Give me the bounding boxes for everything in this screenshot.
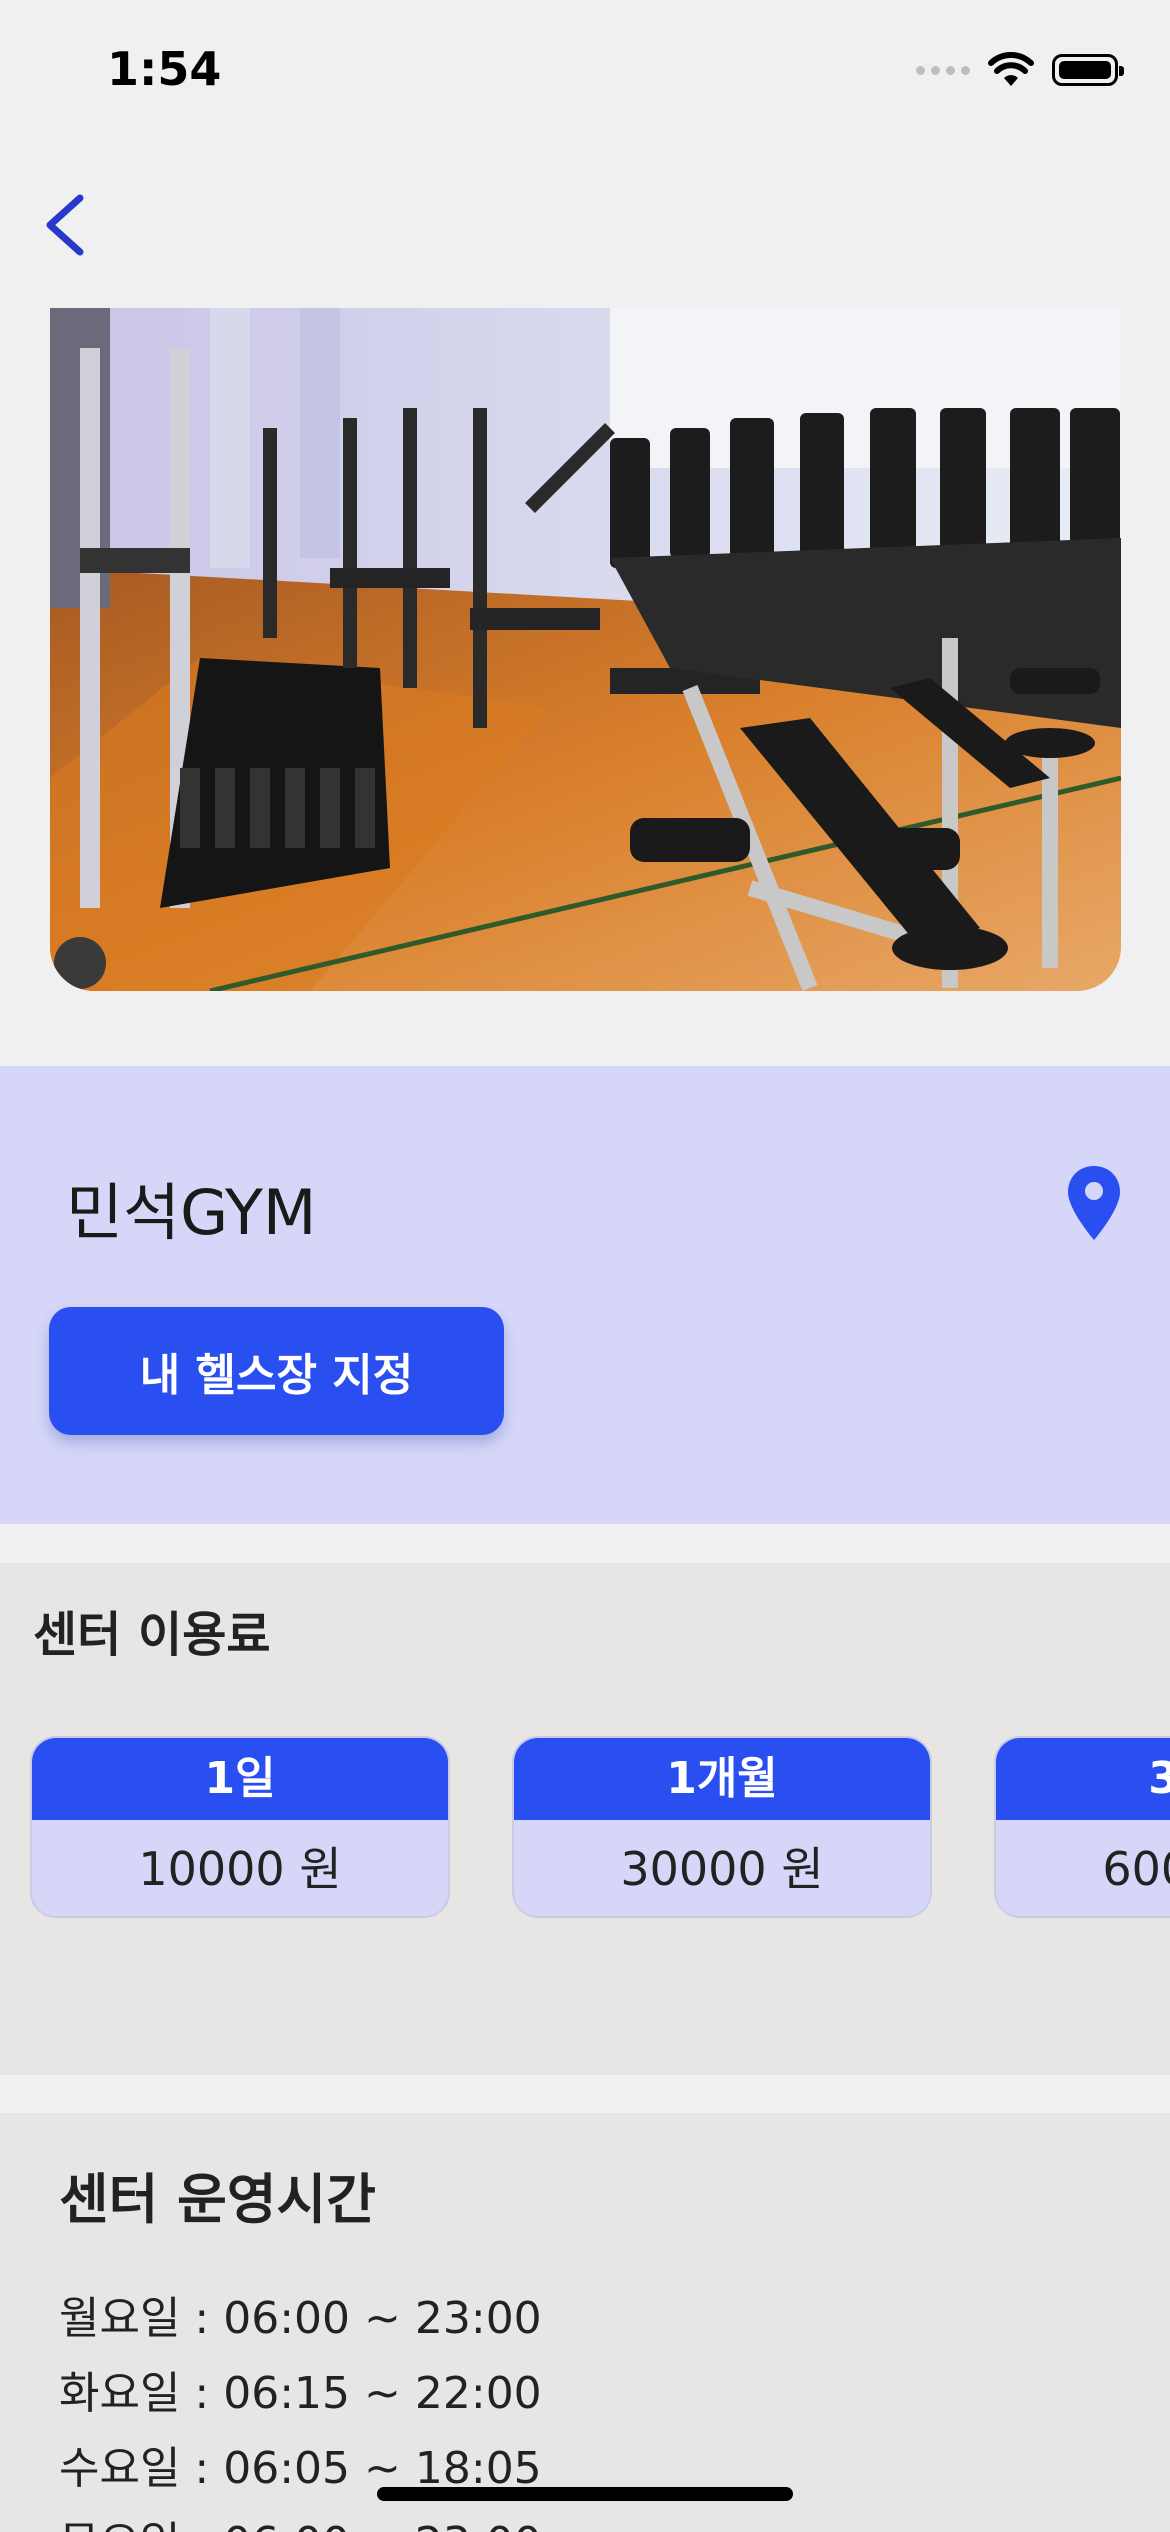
hours-row: 화요일 : 06:15 ~ 22:00 bbox=[59, 2368, 542, 2419]
fee-card[interactable]: 1일 10000 원 bbox=[30, 1736, 450, 1918]
status-time: 1:54 bbox=[107, 42, 222, 96]
fee-card[interactable]: 3개월 60000 원 bbox=[994, 1736, 1170, 1918]
set-my-gym-button[interactable]: 내 헬스장 지정 bbox=[49, 1307, 504, 1435]
cellular-signal-icon bbox=[916, 65, 970, 75]
back-button[interactable] bbox=[40, 190, 100, 260]
location-button[interactable] bbox=[1066, 1164, 1122, 1242]
fee-price: 10000 원 bbox=[138, 1842, 342, 1896]
wifi-icon bbox=[988, 52, 1034, 86]
fee-price: 30000 원 bbox=[620, 1842, 824, 1896]
operating-hours-title: 센터 운영시간 bbox=[59, 2168, 376, 2231]
fee-card-list[interactable]: 1일 10000 원 1개월 30000 원 3개월 60000 원 bbox=[30, 1736, 1170, 1918]
operating-hours-section: 센터 운영시간 월요일 : 06:00 ~ 23:00 화요일 : 06:15 … bbox=[0, 2113, 1170, 2532]
fee-section-title: 센터 이용료 bbox=[33, 1607, 271, 1663]
fee-period: 1개월 bbox=[514, 1738, 930, 1820]
map-pin-icon bbox=[1068, 1166, 1120, 1240]
fee-section: 센터 이용료 1일 10000 원 1개월 30000 원 3개월 60000 … bbox=[0, 1563, 1170, 2075]
battery-icon bbox=[1052, 54, 1124, 86]
hours-row: 월요일 : 06:00 ~ 23:00 bbox=[59, 2293, 542, 2344]
gym-name: 민석GYM bbox=[66, 1176, 317, 1249]
fee-period: 1일 bbox=[32, 1738, 448, 1820]
fee-price: 60000 원 bbox=[1102, 1842, 1170, 1896]
status-icons bbox=[916, 52, 1124, 88]
chevron-left-icon bbox=[46, 194, 84, 256]
fee-period: 3개월 bbox=[996, 1738, 1170, 1820]
status-bar: 1:54 bbox=[0, 0, 1170, 140]
home-indicator[interactable] bbox=[377, 2487, 793, 2501]
gym-info-card: 민석GYM 내 헬스장 지정 bbox=[0, 1066, 1170, 1524]
gym-photo bbox=[50, 308, 1121, 991]
hours-row: 목요일 : 06:00 ~ 23:00 bbox=[59, 2506, 542, 2532]
fee-card[interactable]: 1개월 30000 원 bbox=[512, 1736, 932, 1918]
